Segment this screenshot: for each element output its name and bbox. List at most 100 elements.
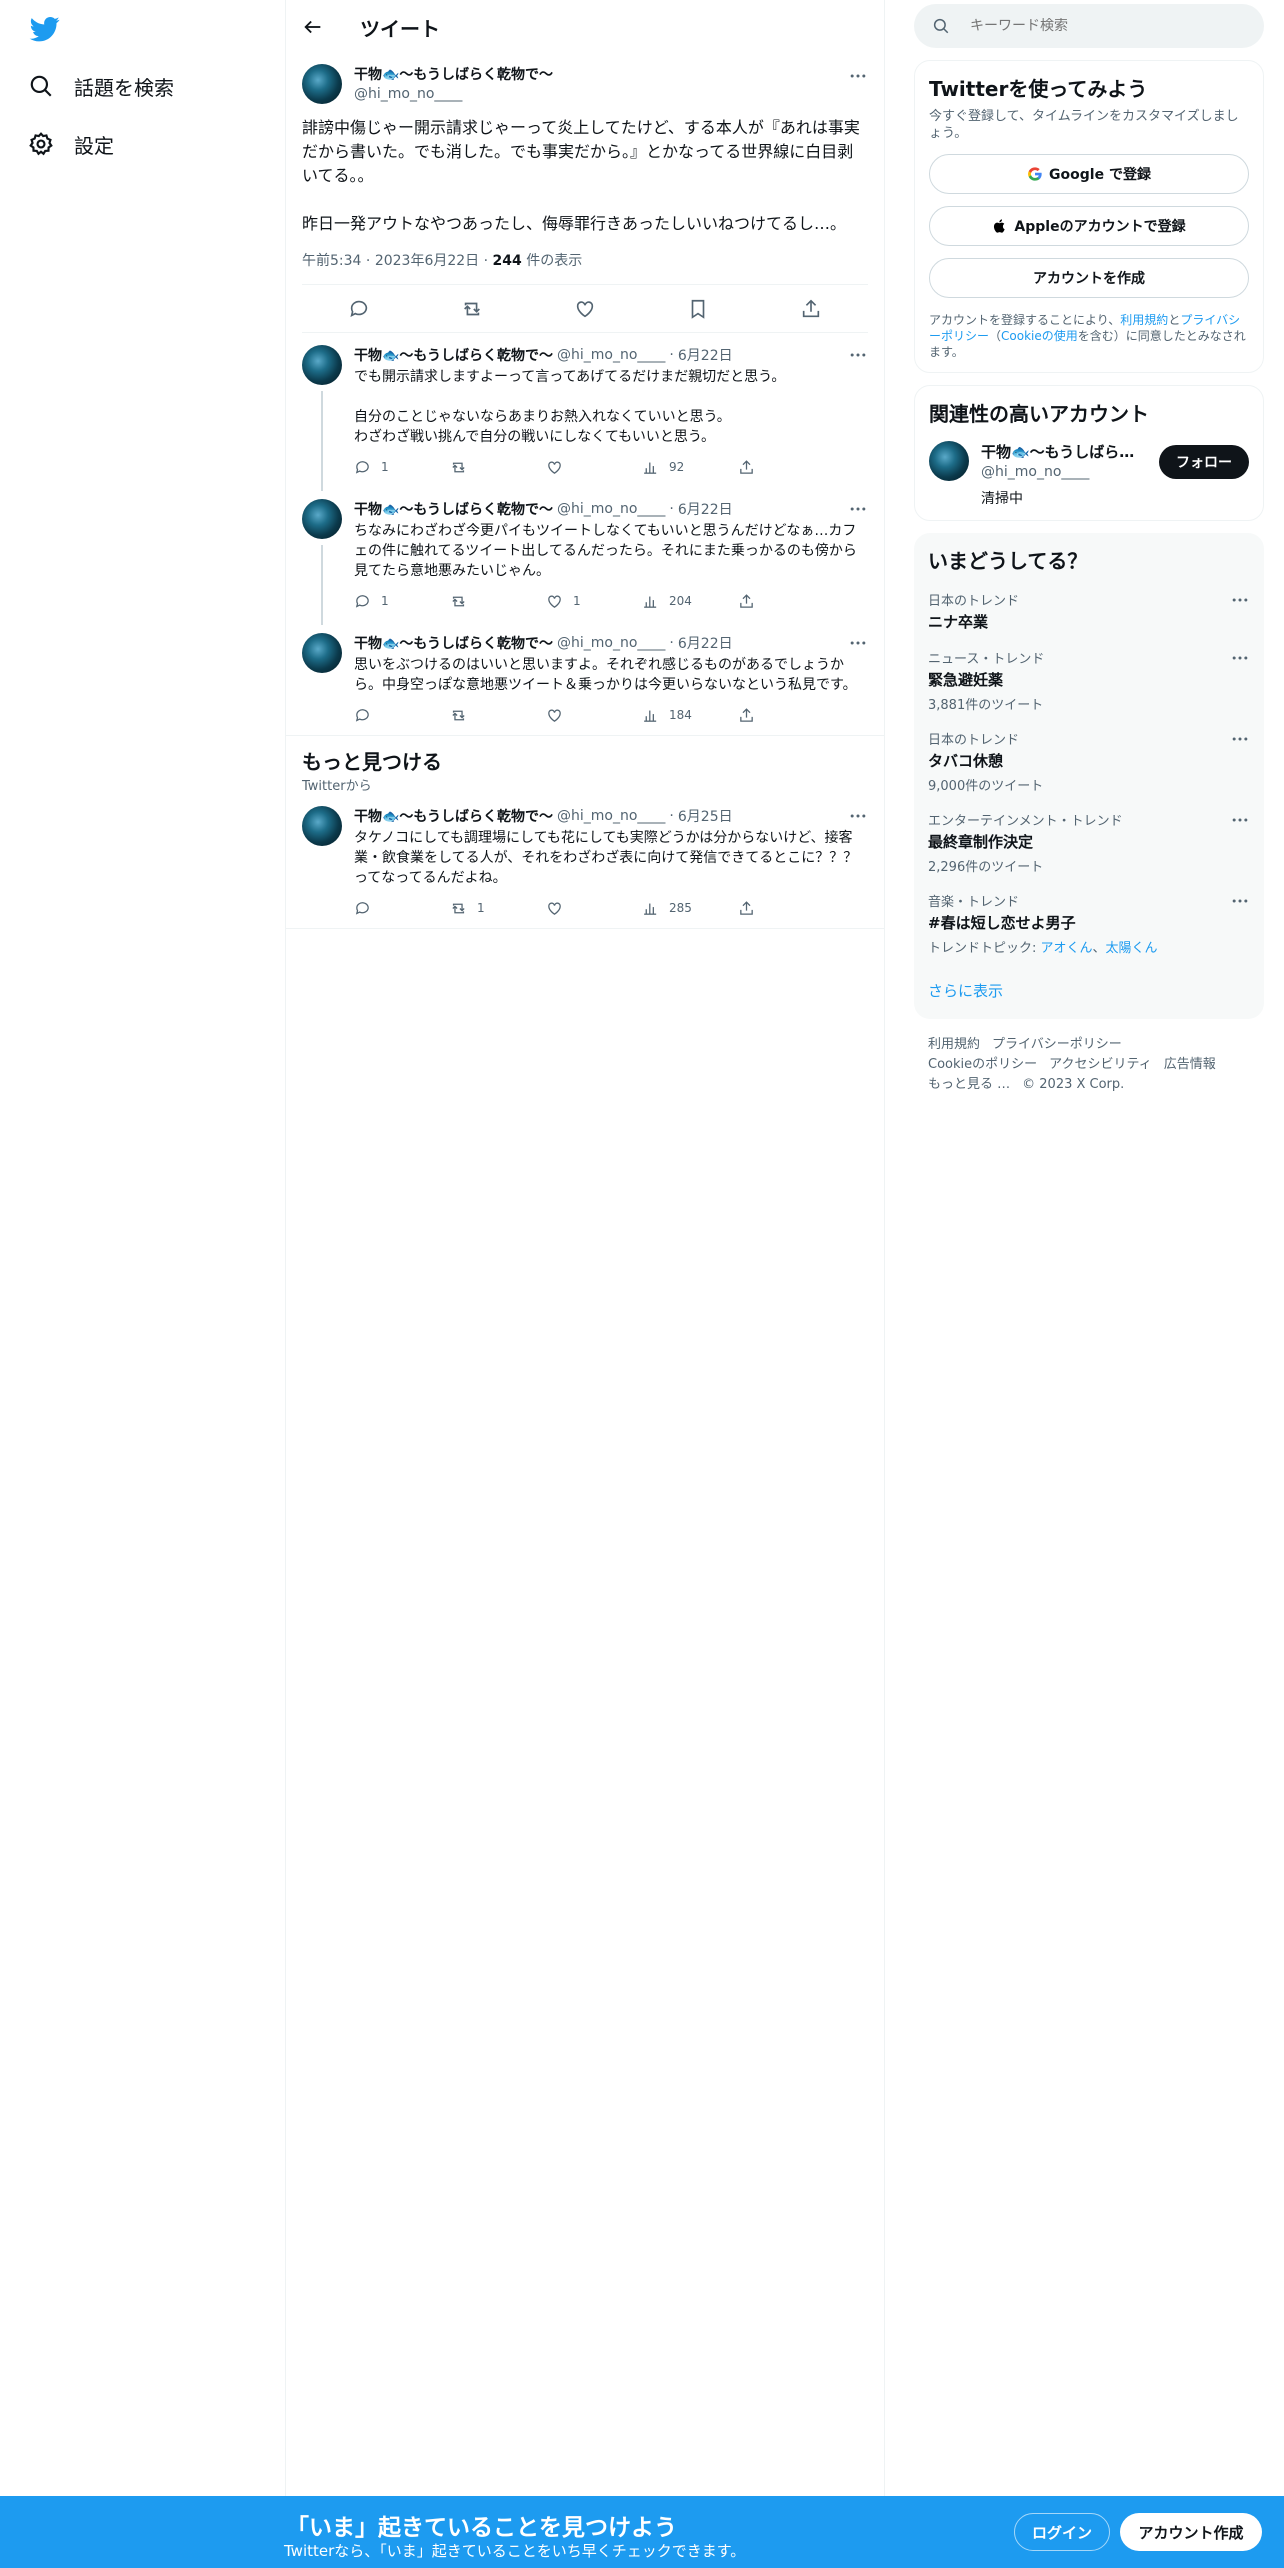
author-name[interactable]: 干物🐟〜もうしばらく乾物で〜 bbox=[354, 633, 553, 653]
more-icon[interactable] bbox=[848, 66, 868, 86]
avatar[interactable] bbox=[302, 64, 342, 104]
more-icon[interactable] bbox=[1230, 648, 1250, 668]
account-name[interactable]: 干物🐟〜もうしばら… bbox=[981, 441, 1159, 462]
retweet-button[interactable]: 1 bbox=[450, 900, 546, 917]
more-icon[interactable] bbox=[848, 633, 868, 653]
trend-item[interactable]: ニュース・トレンド 緊急避妊薬 3,881件のツイート bbox=[928, 648, 1250, 713]
like-button[interactable] bbox=[546, 459, 642, 476]
tweet-date[interactable]: 6月22日 bbox=[678, 633, 733, 653]
footer-links: 利用規約 プライバシーポリシー Cookieのポリシー アクセシビリティ 広告情報 も… bbox=[914, 1019, 1264, 1111]
more-icon[interactable] bbox=[1230, 729, 1250, 749]
reply-button[interactable] bbox=[354, 707, 450, 724]
nav-item-explore[interactable]: 話題を検索 bbox=[28, 66, 174, 106]
retweet-button[interactable] bbox=[450, 459, 546, 476]
suggested-account[interactable]: 干物🐟〜もうしばら… @hi_mo_no____ 清掃中 フォロー bbox=[929, 441, 1249, 508]
trend-item[interactable]: 音楽・トレンド #春は短し恋せよ男子 トレンドトピック: アオくん、太陽くん bbox=[928, 891, 1250, 956]
discover-tweet[interactable]: 干物🐟〜もうしばらく乾物で〜 @hi_mo_no____ · 6月25日 タケノ… bbox=[286, 794, 884, 929]
back-arrow-icon[interactable] bbox=[302, 16, 324, 38]
author-handle[interactable]: @hi_mo_no____ bbox=[557, 635, 665, 651]
author-name[interactable]: 干物🐟〜もうしばらく乾物で〜 bbox=[354, 806, 553, 826]
share-icon[interactable] bbox=[800, 298, 822, 320]
reply-tweet[interactable]: 干物🐟〜もうしばらく乾物で〜 @hi_mo_no____ · 6月22日 思いを… bbox=[286, 621, 884, 736]
twitter-bird-icon[interactable] bbox=[28, 14, 62, 44]
reply-button[interactable] bbox=[354, 900, 450, 917]
retweet-button[interactable] bbox=[450, 593, 546, 610]
nav-item-settings[interactable]: 設定 bbox=[28, 124, 114, 164]
views-button[interactable]: 184 bbox=[642, 707, 738, 724]
tweet-date[interactable]: 6月25日 bbox=[678, 806, 733, 826]
right-sidebar: Twitterを使ってみよう 今すぐ登録して、タイムラインをカスタマイズしましょ… bbox=[914, 0, 1264, 1111]
author-name[interactable]: 干物🐟〜もうしばらく乾物で〜 bbox=[354, 64, 553, 84]
more-icon[interactable] bbox=[1230, 891, 1250, 911]
apple-signup-button[interactable]: Appleのアカウントで登録 bbox=[929, 206, 1249, 246]
avatar[interactable] bbox=[302, 499, 342, 539]
trend-item[interactable]: エンターテインメント・トレンド 最終章制作決定 2,296件のツイート bbox=[928, 810, 1250, 875]
avatar[interactable] bbox=[302, 345, 342, 385]
share-button[interactable] bbox=[738, 593, 834, 610]
footer-link[interactable]: 利用規約 bbox=[928, 1037, 980, 1052]
login-button[interactable]: ログイン bbox=[1014, 2513, 1110, 2551]
google-signup-button[interactable]: Google で登録 bbox=[929, 154, 1249, 194]
bookmark-icon[interactable] bbox=[687, 298, 709, 320]
reply-icon[interactable] bbox=[348, 298, 370, 320]
like-button[interactable] bbox=[546, 707, 642, 724]
cookie-link[interactable]: Cookieの使用 bbox=[1001, 329, 1078, 343]
main-tweet: 干物🐟〜もうしばらく乾物で〜 @hi_mo_no____ 誹謗中傷じゃー開示請求… bbox=[286, 54, 884, 333]
search-box[interactable] bbox=[914, 4, 1264, 48]
footer-link[interactable]: プライバシーポリシー bbox=[992, 1037, 1122, 1052]
more-icon[interactable] bbox=[848, 806, 868, 826]
reply-button[interactable]: 1 bbox=[354, 459, 450, 476]
show-more-link[interactable]: さらに表示 bbox=[928, 980, 1250, 1007]
create-account-button[interactable]: アカウントを作成 bbox=[929, 258, 1249, 298]
like-button[interactable] bbox=[546, 900, 642, 917]
more-icon[interactable] bbox=[1230, 810, 1250, 830]
like-icon bbox=[548, 709, 561, 722]
trend-item[interactable]: 日本のトレンド タバコ休憩 9,000件のツイート bbox=[928, 729, 1250, 794]
like-button[interactable]: 1 bbox=[546, 593, 642, 610]
reply-tweet[interactable]: 干物🐟〜もうしばらく乾物で〜 @hi_mo_no____ · 6月22日 でも開… bbox=[286, 333, 884, 491]
author-handle[interactable]: @hi_mo_no____ bbox=[557, 501, 665, 517]
trend-item[interactable]: 日本のトレンド ニナ卒業 bbox=[928, 590, 1250, 632]
like-icon[interactable] bbox=[574, 298, 596, 320]
follow-button[interactable]: フォロー bbox=[1159, 445, 1249, 479]
views-button[interactable]: 285 bbox=[642, 900, 738, 917]
retweet-icon[interactable] bbox=[461, 298, 483, 320]
author-handle[interactable]: @hi_mo_no____ bbox=[557, 808, 665, 824]
more-icon[interactable] bbox=[848, 345, 868, 365]
account-bio: 清掃中 bbox=[981, 491, 1023, 507]
tweet-date[interactable]: 6月22日 bbox=[678, 499, 733, 519]
terms-link[interactable]: 利用規約 bbox=[1120, 313, 1168, 327]
author-handle[interactable]: @hi_mo_no____ bbox=[354, 86, 553, 102]
tweet-time[interactable]: 午前5:34 bbox=[302, 253, 361, 269]
trend-related-link[interactable]: アオくん bbox=[1041, 941, 1093, 956]
trend-related-link[interactable]: 太陽くん bbox=[1106, 941, 1158, 956]
footer-link[interactable]: アクセシビリティ bbox=[1049, 1057, 1152, 1072]
views-button[interactable]: 204 bbox=[642, 593, 738, 610]
avatar[interactable] bbox=[302, 806, 342, 846]
avatar[interactable] bbox=[929, 441, 969, 481]
reply-icon bbox=[355, 460, 369, 474]
tweet-date[interactable]: 6月22日 bbox=[678, 345, 733, 365]
search-input[interactable] bbox=[970, 18, 1210, 34]
share-button[interactable] bbox=[738, 707, 834, 724]
footer-link[interactable]: もっと見る … bbox=[928, 1077, 1010, 1092]
signup-button[interactable]: アカウント作成 bbox=[1120, 2513, 1262, 2551]
share-button[interactable] bbox=[738, 459, 834, 476]
footer-link[interactable]: 広告情報 bbox=[1164, 1057, 1216, 1072]
like-count: 1 bbox=[573, 594, 581, 608]
avatar[interactable] bbox=[302, 633, 342, 673]
author-name[interactable]: 干物🐟〜もうしばらく乾物で〜 bbox=[354, 345, 553, 365]
like-icon bbox=[548, 595, 561, 608]
account-handle[interactable]: @hi_mo_no____ bbox=[981, 464, 1159, 480]
retweet-button[interactable] bbox=[450, 707, 546, 724]
footer-link[interactable]: Cookieのポリシー bbox=[928, 1057, 1037, 1072]
author-handle[interactable]: @hi_mo_no____ bbox=[557, 347, 665, 363]
reply-button[interactable]: 1 bbox=[354, 593, 450, 610]
more-icon[interactable] bbox=[848, 499, 868, 519]
views-button[interactable]: 92 bbox=[642, 459, 738, 476]
more-icon[interactable] bbox=[1230, 590, 1250, 610]
share-button[interactable] bbox=[738, 900, 834, 917]
tweet-date[interactable]: 2023年6月22日 bbox=[375, 253, 479, 269]
reply-tweet[interactable]: 干物🐟〜もうしばらく乾物で〜 @hi_mo_no____ · 6月22日 ちなみ… bbox=[286, 487, 884, 625]
author-name[interactable]: 干物🐟〜もうしばらく乾物で〜 bbox=[354, 499, 553, 519]
